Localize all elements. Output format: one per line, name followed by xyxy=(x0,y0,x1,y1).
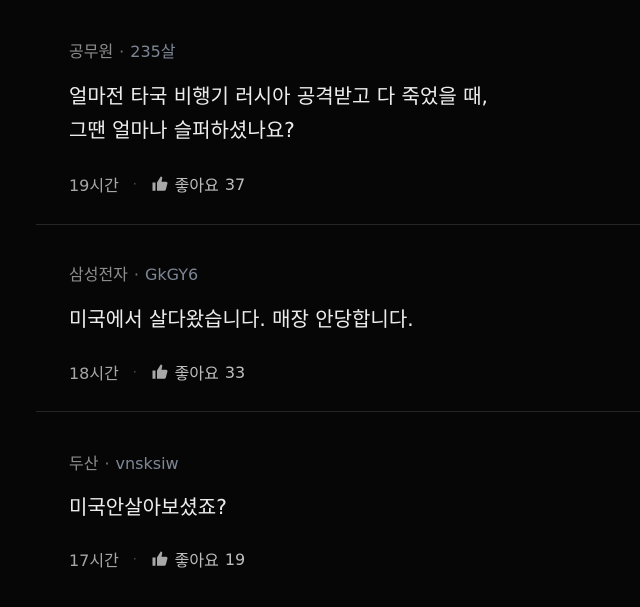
comment-text: 미국안살아보셨죠? xyxy=(69,495,227,519)
comment-item: 공무원 · 235살 얼마전 타국 비행기 러시아 공격받고 다 죽었을 때, 그땐… xyxy=(0,0,640,224)
thumbs-up-icon xyxy=(152,551,168,566)
comment-meta: 공무원 · 235살 xyxy=(69,38,176,62)
comment-user-id: 235살 xyxy=(130,42,176,61)
like-button[interactable]: 좋아요 37 xyxy=(151,172,246,196)
comment-item: 삼성전자 · GkGY6 미국에서 살다왔습니다. 매장 안당합니다. 18시간 ·… xyxy=(0,225,640,411)
footer-separator: · xyxy=(132,552,137,566)
meta-separator: · xyxy=(133,265,139,284)
like-button[interactable]: 좋아요 19 xyxy=(151,547,246,571)
comment-footer: 19시간 · 좋아요 37 xyxy=(69,172,245,196)
like-count: 37 xyxy=(224,174,246,194)
comment-time: 19시간 xyxy=(69,176,119,195)
footer-separator: · xyxy=(132,365,137,379)
comment-author[interactable]: 삼성전자 xyxy=(69,265,128,284)
comment-user-id: vnsksiw xyxy=(115,454,179,473)
like-count: 33 xyxy=(224,362,246,382)
thumbs-up-icon xyxy=(152,176,168,191)
comment-meta: 두산 · vnsksiw xyxy=(69,450,179,474)
like-label: 좋아요 xyxy=(174,551,219,570)
comment-user-id: GkGY6 xyxy=(144,265,199,284)
like-label: 좋아요 xyxy=(174,176,219,195)
comment-time: 18시간 xyxy=(69,364,119,383)
meta-separator: · xyxy=(104,454,110,473)
thumbs-up-icon xyxy=(152,364,168,379)
comment-item: 두산 · vnsksiw 미국안살아보셨죠? 17시간 · 좋아요 19 xyxy=(0,412,640,607)
comment-footer: 17시간 · 좋아요 19 xyxy=(69,547,245,571)
comment-time: 17시간 xyxy=(69,551,119,570)
comment-meta: 삼성전자 · GkGY6 xyxy=(69,261,198,285)
footer-separator: · xyxy=(132,177,137,191)
meta-separator: · xyxy=(119,42,125,61)
comment-author[interactable]: 두산 xyxy=(69,454,98,473)
like-button[interactable]: 좋아요 33 xyxy=(151,360,246,384)
comment-author[interactable]: 공무원 xyxy=(69,42,113,61)
comment-text: 미국에서 살다왔습니다. 매장 안당합니다. xyxy=(69,307,414,331)
comment-text: 얼마전 타국 비행기 러시아 공격받고 다 죽었을 때, 그땐 얼마나 슬퍼하셨… xyxy=(69,84,488,142)
comment-footer: 18시간 · 좋아요 33 xyxy=(69,360,245,384)
like-count: 19 xyxy=(224,549,246,569)
like-label: 좋아요 xyxy=(174,364,219,383)
comment-list: 공무원 · 235살 얼마전 타국 비행기 러시아 공격받고 다 죽었을 때, 그땐… xyxy=(0,0,640,607)
